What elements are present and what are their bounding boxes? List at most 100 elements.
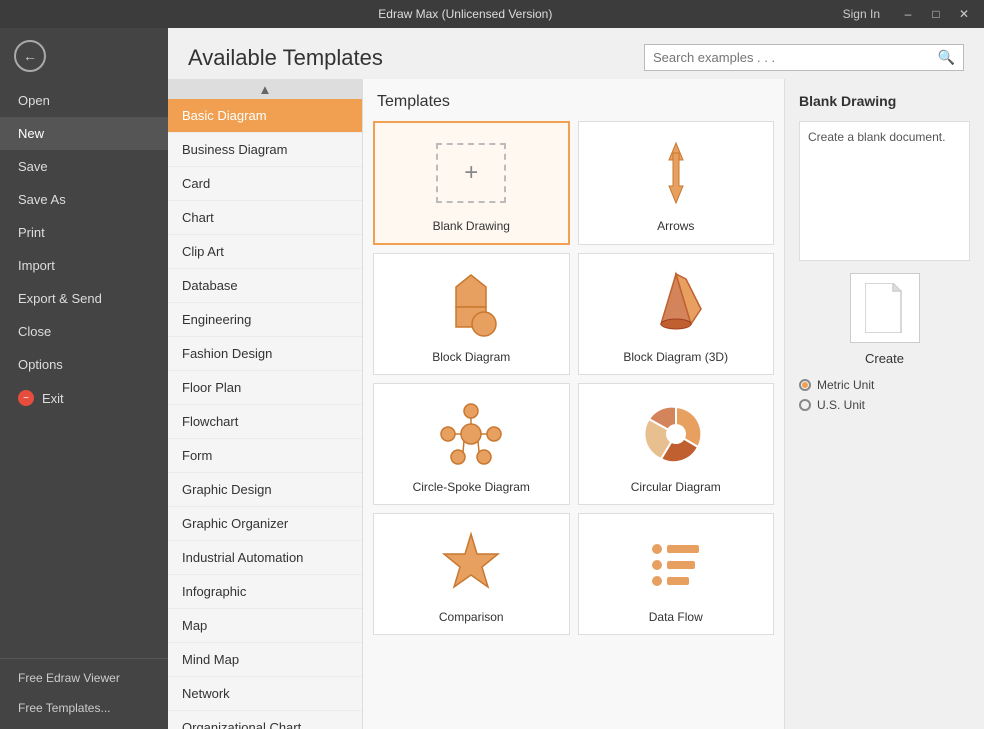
back-circle-icon: ← [14,40,46,72]
category-item-fashion-design[interactable]: Fashion Design [168,337,362,371]
sidebar-item-save[interactable]: Save [0,150,168,183]
category-item-basic-diagram[interactable]: Basic Diagram [168,99,362,133]
template-card-arrows[interactable]: Arrows [578,121,775,245]
sidebar-item-open[interactable]: Open [0,84,168,117]
search-box[interactable]: 🔍 [644,44,964,71]
category-item-map[interactable]: Map [168,609,362,643]
metric-unit-label: Metric Unit [817,378,874,392]
template-card-block-diagram-3d[interactable]: Block Diagram (3D) [578,253,775,375]
search-input[interactable] [653,50,938,65]
sidebar-footer: Free Edraw Viewer Free Templates... [0,648,168,729]
category-item-graphic-organizer[interactable]: Graphic Organizer [168,507,362,541]
sidebar-item-close[interactable]: Close [0,315,168,348]
category-item-database[interactable]: Database [168,269,362,303]
template-label-block-diagram-3d: Block Diagram (3D) [623,350,728,364]
create-btn-area: Create [799,273,970,366]
category-item-network[interactable]: Network [168,677,362,711]
minimize-button[interactable]: – [896,4,920,24]
template-label-circle-spoke: Circle-Spoke Diagram [413,480,530,494]
category-item-chart[interactable]: Chart [168,201,362,235]
app-body: ← Open New Save Save As Print Import Exp… [0,28,984,729]
sidebar-item-print[interactable]: Print [0,216,168,249]
category-item-org-chart[interactable]: Organizational Chart [168,711,362,729]
create-icon-box [850,273,920,343]
sidebar-item-exit[interactable]: − Exit [0,381,168,415]
template-label-circular-diagram: Circular Diagram [631,480,721,494]
template-label-arrows: Arrows [657,219,694,233]
category-item-card[interactable]: Card [168,167,362,201]
template-card-blank-drawing[interactable]: + Blank Drawing [373,121,570,245]
category-item-business-diagram[interactable]: Business Diagram [168,133,362,167]
category-item-infographic[interactable]: Infographic [168,575,362,609]
category-panel: ▲ Basic Diagram Business Diagram Card Ch… [168,79,363,729]
circular-diagram-icon [636,394,716,474]
category-item-industrial-automation[interactable]: Industrial Automation [168,541,362,575]
sidebar-item-free-templates[interactable]: Free Templates... [0,693,168,723]
comparison-svg [436,529,506,599]
template-card-comparison[interactable]: Comparison [373,513,570,635]
blank-drawing-placeholder: + [436,143,506,203]
template-card-data-flow[interactable]: Data Flow [578,513,775,635]
arrows-svg [641,138,711,208]
data-flow-svg [641,529,711,599]
template-label-block-diagram: Block Diagram [432,350,510,364]
metric-unit-radio-fill [802,382,808,388]
circular-diagram-svg [641,399,711,469]
metric-unit-option[interactable]: Metric Unit [799,378,970,392]
sidebar: ← Open New Save Save As Print Import Exp… [0,28,168,729]
circle-spoke-svg [436,399,506,469]
template-label-blank-drawing: Blank Drawing [433,219,510,233]
category-item-floor-plan[interactable]: Floor Plan [168,371,362,405]
sidebar-item-save-as[interactable]: Save As [0,183,168,216]
metric-unit-radio[interactable] [799,379,811,391]
template-card-circle-spoke[interactable]: Circle-Spoke Diagram [373,383,570,505]
arrows-icon [636,133,716,213]
exit-label: Exit [42,391,64,406]
category-item-clip-art[interactable]: Clip Art [168,235,362,269]
window-controls: – □ ✕ [896,4,976,24]
blank-drawing-icon: + [431,133,511,213]
us-unit-radio[interactable] [799,399,811,411]
main-content: Available Templates 🔍 ▲ Basic Diagram Bu… [168,28,984,729]
us-unit-label: U.S. Unit [817,398,865,412]
category-item-flowchart[interactable]: Flowchart [168,405,362,439]
circle-spoke-icon [431,394,511,474]
app-title: Edraw Max (Unlicensed Version) [88,7,843,21]
preview-box: Create a blank document. [799,121,970,261]
back-button[interactable]: ← [0,28,168,84]
block-diagram-3d-icon [636,264,716,344]
template-card-block-diagram[interactable]: Block Diagram [373,253,570,375]
main-body: ▲ Basic Diagram Business Diagram Card Ch… [168,79,984,729]
sign-in-link[interactable]: Sign In [843,7,880,21]
block-diagram-icon [431,264,511,344]
search-icon: 🔍 [938,49,955,66]
maximize-button[interactable]: □ [924,4,948,24]
us-unit-option[interactable]: U.S. Unit [799,398,970,412]
block-diagram-3d-svg [641,269,711,339]
block-diagram-svg [436,269,506,339]
templates-header: Templates [373,89,774,121]
sidebar-item-export-send[interactable]: Export & Send [0,282,168,315]
template-label-data-flow: Data Flow [649,610,703,624]
templates-panel: Templates + Blank Drawing [363,79,784,729]
sidebar-nav: Open New Save Save As Print Import Expor… [0,84,168,648]
template-card-circular-diagram[interactable]: Circular Diagram [578,383,775,505]
sidebar-item-options[interactable]: Options [0,348,168,381]
create-button[interactable]: Create [865,351,904,366]
category-item-form[interactable]: Form [168,439,362,473]
template-label-comparison: Comparison [439,610,504,624]
sidebar-item-free-viewer[interactable]: Free Edraw Viewer [0,663,168,693]
sidebar-item-import[interactable]: Import [0,249,168,282]
sidebar-item-new[interactable]: New [0,117,168,150]
close-button[interactable]: ✕ [952,4,976,24]
category-item-engineering[interactable]: Engineering [168,303,362,337]
category-item-graphic-design[interactable]: Graphic Design [168,473,362,507]
right-panel-title: Blank Drawing [799,93,970,109]
comparison-icon [431,524,511,604]
right-panel: Blank Drawing Create a blank document. C… [784,79,984,729]
category-scroll-up[interactable]: ▲ [168,79,362,99]
exit-icon: − [18,390,34,406]
data-flow-icon [636,524,716,604]
category-item-mind-map[interactable]: Mind Map [168,643,362,677]
page-title: Available Templates [188,45,383,71]
